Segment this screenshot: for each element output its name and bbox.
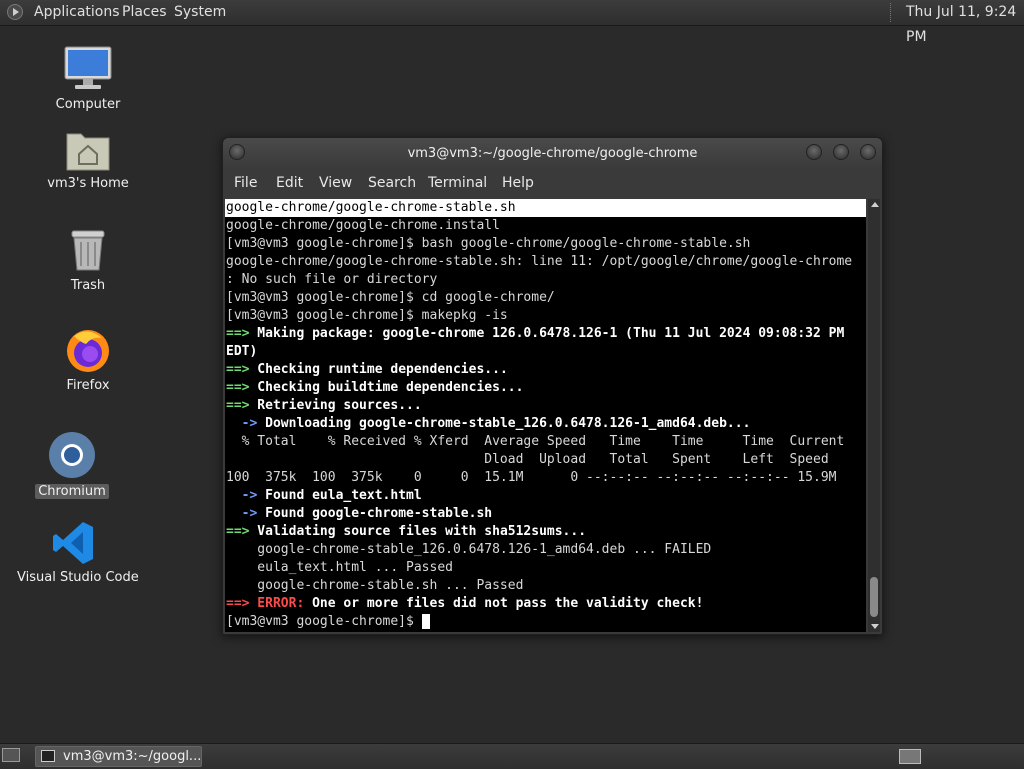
- top-panel: Applications Places System Thu Jul 11, 9…: [0, 0, 1024, 45]
- terminal-icon: [41, 750, 55, 762]
- terminal-line: ==> Making package: google-chrome 126.0.…: [225, 325, 866, 343]
- arrow-marker: ==>: [226, 524, 250, 539]
- terminal-line: -> Downloading google-chrome-stable_126.…: [225, 415, 866, 433]
- desktop-icon-label: Trash: [70, 278, 106, 293]
- menu-terminal[interactable]: Terminal: [428, 175, 487, 191]
- places-menu[interactable]: Places: [122, 0, 167, 25]
- taskbar-item-label: vm3@vm3:~/googl...: [63, 749, 202, 764]
- desktop-icon-label: Chromium: [35, 484, 109, 499]
- desktop-icon-label: Firefox: [66, 378, 110, 393]
- terminal-output[interactable]: google-chrome/google-chrome-stable.sh go…: [225, 199, 866, 632]
- window-title: vm3@vm3:~/google-chrome/google-chrome: [407, 146, 698, 161]
- applications-menu[interactable]: Applications: [34, 0, 120, 25]
- terminal-line: ==> Validating source files with sha512s…: [225, 523, 866, 541]
- terminal-line: Dload Upload Total Spent Left Speed: [226, 452, 829, 467]
- menu-edit[interactable]: Edit: [276, 175, 303, 191]
- terminal-scrollbar[interactable]: [868, 199, 880, 632]
- terminal-text: Retrieving sources...: [249, 398, 422, 413]
- terminal-line: eula_text.html ... Passed: [226, 560, 453, 575]
- terminal-line: [vm3@vm3 google-chrome]$ cd google-chrom…: [226, 290, 555, 305]
- scroll-up-arrow-icon[interactable]: [871, 202, 879, 207]
- terminal-text: Found eula_text.html: [257, 488, 422, 503]
- terminal-line: [vm3@vm3 google-chrome]$ bash google-chr…: [226, 236, 751, 251]
- menu-search[interactable]: Search: [368, 175, 416, 191]
- sub-arrow-marker: ->: [226, 416, 258, 431]
- menu-bar: File Edit View Search Terminal Help: [223, 169, 882, 197]
- desktop-icon-label: Computer: [55, 97, 121, 112]
- terminal-text: Downloading google-chrome-stable_126.0.6…: [257, 416, 751, 431]
- arrow-marker: ==>: [226, 380, 250, 395]
- terminal-text: Checking runtime dependencies...: [249, 362, 508, 377]
- terminal-line: 100 375k 100 375k 0 0 15.1M 0 --:--:-- -…: [226, 470, 837, 485]
- desktop-icon-chromium[interactable]: Chromium: [32, 430, 112, 499]
- home-folder-icon: [66, 133, 110, 171]
- sub-arrow-marker: ->: [226, 506, 258, 521]
- terminal-text: Making package: google-chrome 126.0.6478…: [249, 326, 845, 341]
- desktop-icon-vscode[interactable]: Visual Studio Code: [14, 520, 139, 585]
- arrow-marker: ==>: [226, 362, 250, 377]
- show-desktop-icon[interactable]: [2, 748, 20, 762]
- trash-icon: [71, 230, 105, 271]
- terminal-line: google-chrome/google-chrome-stable.sh: [225, 199, 866, 217]
- terminal-line: ==> Retrieving sources...: [225, 397, 866, 415]
- terminal-line: ==> ERROR: One or more files did not pas…: [225, 595, 866, 613]
- terminal-text: One or more files did not pass the valid…: [304, 596, 704, 611]
- text-cursor: [421, 614, 430, 629]
- terminal-line: google-chrome-stable.sh ... Passed: [226, 578, 524, 593]
- desktop-icon-label: vm3's Home: [47, 176, 129, 191]
- minimize-button[interactable]: [806, 144, 822, 160]
- terminal-line: [vm3@vm3 google-chrome]$ makepkg -is: [226, 308, 508, 323]
- terminal-text: Validating source files with sha512sums.…: [249, 524, 587, 539]
- panel-separator: [890, 3, 893, 22]
- menu-file[interactable]: File: [234, 175, 257, 191]
- terminal-line: google-chrome/google-chrome.install: [226, 218, 500, 233]
- terminal-line: google-chrome-stable_126.0.6478.126-1_am…: [226, 542, 712, 557]
- terminal-line: ==> Checking runtime dependencies...: [225, 361, 866, 379]
- terminal-text: Found google-chrome-stable.sh: [257, 506, 493, 521]
- bottom-panel: vm3@vm3:~/googl...: [0, 743, 1024, 769]
- clock[interactable]: Thu Jul 11, 9:24 PM: [906, 0, 1024, 45]
- workspace-switcher[interactable]: [899, 749, 921, 764]
- arrow-marker: ==>: [226, 596, 250, 611]
- sub-arrow-marker: ->: [226, 488, 258, 503]
- arrow-marker: ==>: [226, 326, 250, 341]
- distro-logo-icon[interactable]: [7, 4, 23, 20]
- desktop-icon-trash[interactable]: Trash: [48, 228, 128, 293]
- arrow-marker: ==>: [226, 398, 250, 413]
- maximize-button[interactable]: [833, 144, 849, 160]
- vscode-icon: [53, 522, 93, 564]
- terminal-window[interactable]: vm3@vm3:~/google-chrome/google-chrome Fi…: [222, 137, 883, 635]
- chromium-icon: [49, 432, 95, 478]
- scrollbar-thumb[interactable]: [870, 577, 878, 617]
- desktop-icon-firefox[interactable]: Firefox: [48, 326, 128, 393]
- terminal-line: google-chrome/google-chrome-stable.sh: l…: [226, 254, 853, 269]
- close-button[interactable]: [860, 144, 876, 160]
- menu-view[interactable]: View: [319, 175, 352, 191]
- system-menu[interactable]: System: [174, 0, 226, 25]
- terminal-line: -> Found google-chrome-stable.sh: [225, 505, 866, 523]
- terminal-line: EDT): [226, 344, 258, 359]
- shell-prompt: [vm3@vm3 google-chrome]$: [226, 614, 422, 629]
- window-titlebar[interactable]: vm3@vm3:~/google-chrome/google-chrome: [223, 138, 882, 169]
- terminal-line: -> Found eula_text.html: [225, 487, 866, 505]
- computer-icon: [64, 46, 112, 89]
- terminal-line: ==> Checking buildtime dependencies...: [225, 379, 866, 397]
- scroll-down-arrow-icon[interactable]: [871, 624, 879, 629]
- firefox-icon: [67, 330, 109, 372]
- desktop-icon-home[interactable]: vm3's Home: [38, 128, 138, 191]
- terminal-line: % Total % Received % Xferd Average Speed…: [226, 434, 845, 449]
- desktop-icon-computer[interactable]: Computer: [48, 45, 128, 112]
- error-label: ERROR:: [249, 596, 305, 611]
- terminal-prompt-line[interactable]: [vm3@vm3 google-chrome]$: [225, 613, 866, 631]
- terminal-text: Checking buildtime dependencies...: [249, 380, 524, 395]
- terminal-line: : No such file or directory: [226, 272, 438, 287]
- desktop-icon-label: Visual Studio Code: [17, 570, 139, 585]
- taskbar-item-terminal[interactable]: vm3@vm3:~/googl...: [35, 746, 202, 767]
- menu-help[interactable]: Help: [502, 175, 534, 191]
